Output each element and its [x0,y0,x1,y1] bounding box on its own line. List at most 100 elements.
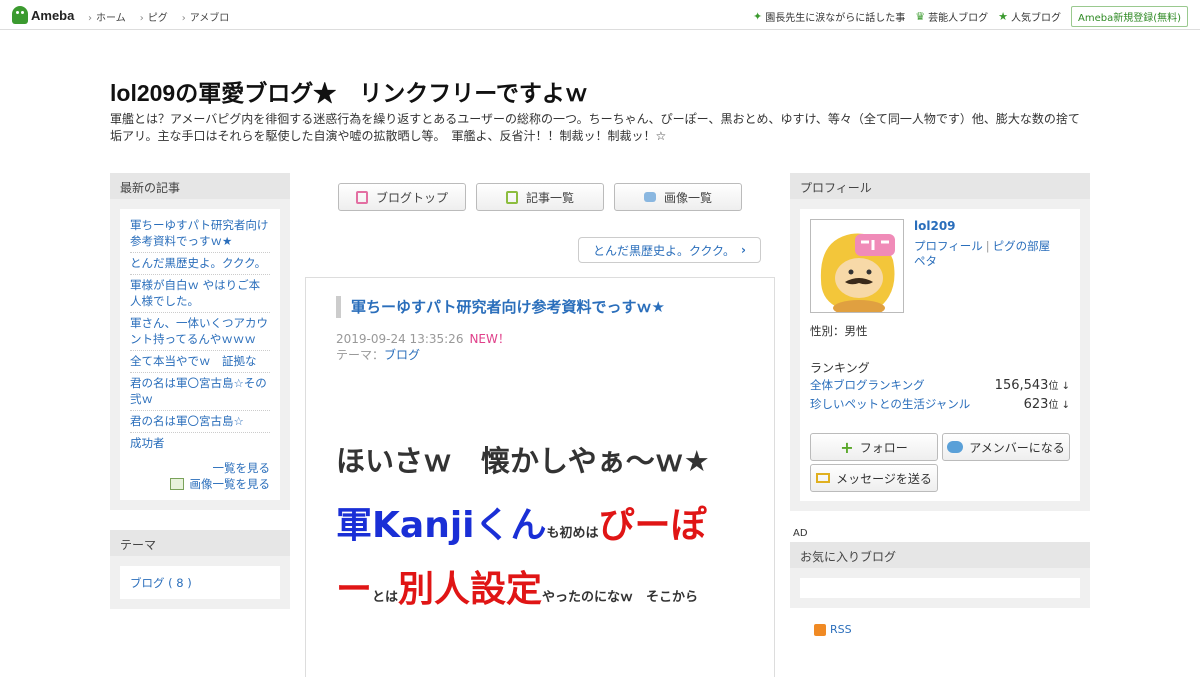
recent-link[interactable]: 君の名は軍〇宮古島☆ [130,414,244,428]
favorites-inner [800,578,1080,598]
celebrity-blog-link[interactable]: ♛ 芸能人ブログ [915,9,988,24]
ranking-suffix: 位 ↓ [1048,400,1070,411]
featured-link[interactable]: ✦ 園長先生に涙ながらに話した事 [753,9,905,24]
avatar-image [811,220,903,312]
ranking-heading: ランキング [810,361,870,375]
follow-button[interactable]: + フォロー [810,433,938,461]
ameba-logo-icon [12,6,28,24]
document-icon [355,190,368,204]
recent-link[interactable]: とんだ黒歴史よ。ククク。 [130,256,266,270]
text-seg-c: ぴーぽ [598,505,707,546]
article-date: 2019-09-24 13:35:26 [336,332,464,346]
top-nav: ホーム ピグ アメブロ [88,9,229,24]
logo-text: Ameba [31,7,75,23]
top-right-links: ✦ 園長先生に涙ながらに話した事 ♛ 芸能人ブログ ★ 人気ブログ Ameba新規登録… [753,6,1188,27]
recent-link[interactable]: 軍さん、一体いくつアカウント持ってるんやｗｗｗ [130,316,268,346]
popular-blog-label: 人気ブログ [1010,13,1061,24]
overall-ranking-link[interactable]: 全体ブログランキング [810,377,925,393]
avatar[interactable] [810,219,904,313]
text-seg-f: 別人設定 [398,569,543,610]
envelope-icon [816,473,831,483]
profile-name[interactable]: lol209 [914,219,956,233]
article-theme-link[interactable]: ブログ [384,348,420,362]
ranking-row: 珍しいペットとの生活ジャンル 623位 ↓ [810,396,1070,412]
list-item: 成功者 [130,433,270,454]
list-item: 軍さん、一体いくつアカウント持ってるんやｗｗｗ [130,313,270,351]
favorites-box: お気に入りブログ [790,542,1090,608]
pigg-room-link[interactable]: ピグの部屋 [993,239,1051,253]
tab-label: 記事一覧 [525,190,574,205]
recent-list: 軍ちーゆすパト研究者向け参考資料でっすｗ★ とんだ黒歴史よ。ククク。 軍様が自白… [130,215,270,454]
article-line-1: ほいさｗ 懐かしやぁ～ｗ★ [336,444,710,478]
theme-inner: ブログ ( 8 ) [120,566,280,599]
genre-ranking-link[interactable]: 珍しいペットとの生活ジャンル [810,396,970,412]
image-list-icon [169,478,184,490]
ranking-number: 156,543 [994,378,1049,393]
global-header: Ameba ホーム ピグ アメブロ ✦園長先生に涙ながらに話した事 ♛芸能人ブロ… [0,0,1200,30]
recent-link[interactable]: 君の名は軍〇宮古島☆その弐ｗ [130,376,267,406]
view-images-link[interactable]: 画像一覧を見る [190,477,271,491]
new-badge: NEW！ [469,332,510,346]
nav-home[interactable]: ホーム [88,9,126,24]
text-seg-a: 軍Kanjiくん [336,505,547,546]
ranking-row: 全体ブログランキング 156,543位 ↓ [810,377,1070,393]
profile-box: lol209 プロフィール | ピグの部屋 ペタ 性別：男性 ランキング 全体ブログ… [790,199,1090,511]
article-line-2: 軍Kanjiくんも初めはぴーぽ ーとは別人設定やったのになｗ そこから [336,498,756,626]
recent-inner: 軍ちーゆすパト研究者向け参考資料でっすｗ★ とんだ黒歴史よ。ククク。 軍様が自白… [120,209,280,500]
recent-link[interactable]: 軍ちーゆすパト研究者向け参考資料でっすｗ★ [130,218,268,248]
nav-pigg[interactable]: ピグ [140,9,168,24]
peta-link[interactable]: ペタ [914,254,937,268]
profile-inner: lol209 プロフィール | ピグの部屋 ペタ 性別：男性 ランキング 全体ブログ… [800,209,1080,501]
popular-blog-link[interactable]: ★ 人気ブログ [998,9,1061,24]
text-seg-d: ー [336,569,373,610]
tab-image-list[interactable]: 画像一覧 [614,183,742,211]
profile-links: プロフィール | ピグの部屋 ペタ [914,239,1050,269]
tab-article-list[interactable]: 記事一覧 [476,183,604,211]
text-seg-e: とは [372,590,399,605]
next-article-button[interactable]: とんだ黒歴史よ。ククク。 [577,237,761,263]
ranking-value: 156,543位 ↓ [995,377,1070,393]
camera-icon [643,192,656,202]
view-list-link[interactable]: 一覧を見る [213,461,271,475]
ameba-logo[interactable]: Ameba [12,6,74,24]
tab-label: ブログトップ [375,190,448,205]
message-label: メッセージを送る [836,471,932,486]
follow-label: フォロー [859,440,908,455]
list-item: 全て本当やでｗ 証拠な [130,351,270,373]
text-seg-b: も初めは [546,526,599,541]
theme-link[interactable]: ブログ ( 8 ) [130,576,192,590]
theme-box: テーマ ブログ ( 8 ) [110,530,290,609]
sparkle-icon: ✦ [753,10,763,23]
crown-icon: ♛ [915,10,926,23]
recent-link[interactable]: 全て本当やでｗ 証拠な [130,354,257,368]
recent-box: 軍ちーゆすパト研究者向け参考資料でっすｗ★ とんだ黒歴史よ。ククク。 軍様が自白… [110,199,290,510]
amember-label: アメンバーになる [969,440,1065,455]
signup-button[interactable]: Ameba新規登録(無料) [1070,6,1188,27]
article-meta: 2019-09-24 13:35:26 NEW！ テーマ：ブログ [336,331,510,363]
list-item: 軍様が自白ｗ やはりご本人様でした。 [130,275,270,313]
left-sidebar: 最新の記事 軍ちーゆすパト研究者向け参考資料でっすｗ★ とんだ黒歴史よ。ククク。… [110,173,290,609]
theme-body: ブログ ( 8 ) [110,556,290,609]
profile-link[interactable]: プロフィール [914,239,983,253]
blog-title[interactable]: lol209の軍愛ブログ★ リンクフリーですよｗ [110,74,588,108]
chat-bubble-icon [947,441,964,453]
right-sidebar: プロフィール lol209 プロフィール | ピグの部屋 ペタ 性別：男性 ラン… [790,173,1090,636]
tab-label: 画像一覧 [663,190,712,205]
list-item: 君の名は軍〇宮古島☆その弐ｗ [130,373,270,411]
text-seg-g: やったのになｗ そこから [542,590,699,605]
list-item: 軍ちーゆすパト研究者向け参考資料でっすｗ★ [130,215,270,253]
ad-label: AD [793,528,808,539]
tab-blog-top[interactable]: ブログトップ [338,183,466,211]
recent-link[interactable]: 成功者 [130,436,165,450]
nav-ameblo[interactable]: アメブロ [182,9,230,24]
article: 軍ちーゆすパト研究者向け参考資料でっすｗ★ 2019-09-24 13:35:2… [305,277,775,677]
recent-link[interactable]: 軍様が自白ｗ やはりご本人様でした。 [130,278,260,308]
main-content: ブログトップ 記事一覧 画像一覧 とんだ黒歴史よ。ククク。 軍ちーゆすパト研究者… [305,173,775,677]
amember-button[interactable]: アメンバーになる [942,433,1070,461]
gender: 性別：男性 [810,324,868,338]
message-button[interactable]: メッセージを送る [810,464,938,492]
blog-tabs: ブログトップ 記事一覧 画像一覧 [305,173,775,211]
article-title[interactable]: 軍ちーゆすパト研究者向け参考資料でっすｗ★ [336,296,665,318]
favorites-heading: お気に入りブログ [790,542,1090,568]
article-body: ほいさｗ 懐かしやぁ～ｗ★ 軍Kanjiくんも初めはぴーぽ ーとは別人設定やった… [336,438,756,626]
